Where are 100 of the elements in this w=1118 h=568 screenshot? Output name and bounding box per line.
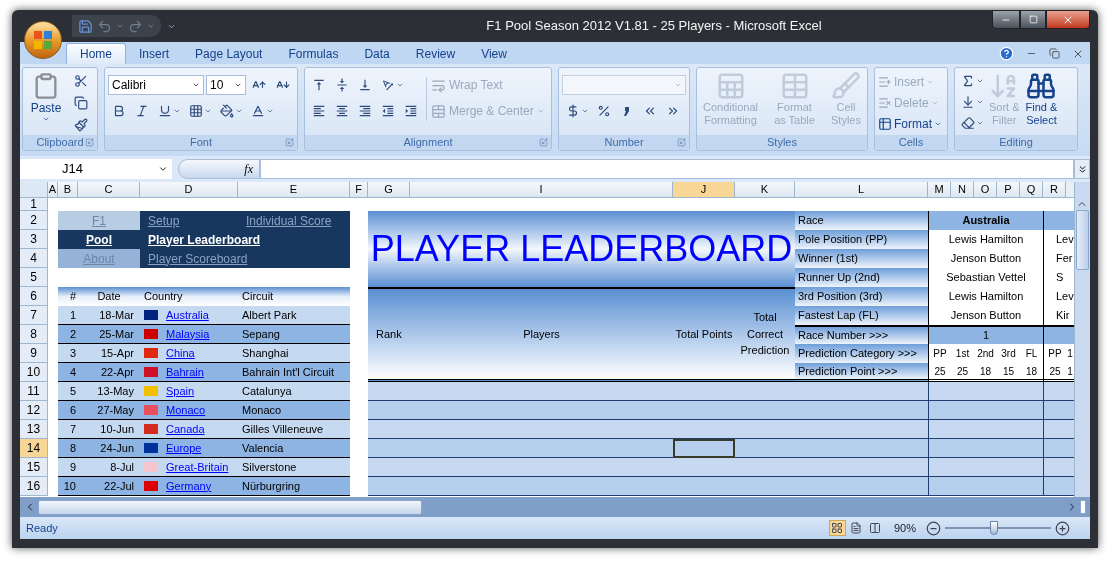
column-header[interactable]: I [410, 182, 673, 198]
minimize-button[interactable] [992, 10, 1020, 29]
column-header[interactable]: M [928, 182, 951, 198]
office-button[interactable] [24, 21, 62, 59]
row-header[interactable]: 14 [20, 439, 48, 458]
ribbon-tab[interactable]: Insert [126, 43, 183, 64]
save-icon[interactable] [78, 18, 93, 34]
eraser-icon [960, 116, 975, 130]
nav-link[interactable]: Individual Score [246, 211, 332, 230]
column-header[interactable]: L [795, 182, 928, 198]
row-label: Prediction Category >>> [795, 344, 928, 363]
row-header[interactable]: 1 [20, 198, 48, 211]
row-header[interactable]: 4 [20, 249, 48, 268]
row-label: Prediction Point >>> [795, 363, 928, 382]
row-header[interactable]: 2 [20, 211, 48, 230]
country-link[interactable]: Malaysia [166, 325, 210, 343]
scrollbar-thumb[interactable] [1076, 210, 1089, 270]
row-header[interactable]: 15 [20, 458, 48, 477]
ribbon-tab[interactable]: Home [66, 43, 126, 64]
column-header[interactable]: O [974, 182, 997, 198]
find-select-button-icon [1026, 71, 1057, 101]
selected-cell[interactable] [673, 439, 735, 458]
row-header[interactable]: 10 [20, 363, 48, 382]
column-header[interactable]: D [140, 182, 238, 198]
column-header[interactable]: J [673, 182, 735, 198]
row-header[interactable]: 7 [20, 306, 48, 325]
country-link[interactable]: China [166, 344, 195, 362]
country-link[interactable]: Spain [166, 382, 195, 400]
formula-input[interactable] [260, 159, 1074, 179]
close-button[interactable] [1046, 10, 1090, 29]
copy-icon [74, 96, 88, 110]
column-header[interactable]: G [368, 182, 410, 198]
table-cell-text: 8-Jul [109, 459, 135, 475]
align-top-icon [312, 78, 326, 92]
ribbon-tab[interactable]: Data [351, 43, 403, 64]
maximize-button[interactable] [1020, 10, 1046, 29]
zoom-slider-thumb[interactable] [989, 521, 998, 535]
column-header[interactable]: F [350, 182, 368, 198]
nav-link[interactable]: Setup [148, 211, 180, 230]
row-header[interactable]: 16 [20, 477, 48, 496]
zoom-out-icon[interactable] [926, 520, 941, 536]
font-color-icon [250, 104, 265, 118]
country-link[interactable]: Germany [166, 477, 212, 495]
country-link[interactable]: Europe [166, 439, 202, 457]
name-box[interactable]: J14 [20, 159, 172, 179]
row-header[interactable]: 6 [20, 287, 48, 306]
column-header[interactable]: C [78, 182, 140, 198]
view-button[interactable] [828, 520, 846, 536]
ribbon-tab[interactable]: Formulas [275, 43, 352, 64]
ribbon-tab[interactable]: Review [402, 43, 469, 64]
group-label: Alignment [403, 136, 453, 149]
font-size-dropdown[interactable]: 10 [206, 75, 246, 95]
row-header[interactable]: 13 [20, 420, 48, 439]
column-header[interactable]: R [1043, 182, 1066, 198]
table-cell-text: Gilles Villeneuve [241, 421, 325, 437]
expand-formula-button[interactable] [1074, 159, 1090, 179]
country-link[interactable]: Bahrain [166, 363, 204, 381]
find-select-button[interactable]: Find & Select [1022, 71, 1061, 135]
row-header[interactable]: 9 [20, 344, 48, 363]
table-cell-text: 8 [68, 440, 77, 456]
help-icon[interactable] [999, 46, 1014, 61]
increase-decimal-icon [643, 104, 657, 118]
font-name-value: Calibri [112, 77, 146, 94]
table-cell-text: 7 [68, 421, 77, 437]
column-header[interactable]: P [997, 182, 1020, 198]
nav-link[interactable]: Player Scoreboard [148, 249, 248, 268]
font-name-dropdown[interactable]: Calibri [108, 75, 204, 95]
row-header[interactable]: 8 [20, 325, 48, 344]
column-header[interactable]: B [58, 182, 78, 198]
zoom-in-icon[interactable] [1055, 520, 1070, 536]
restore-icon[interactable] [1049, 48, 1060, 59]
column-header[interactable]: K [735, 182, 795, 198]
arrow-down-icon [960, 95, 975, 109]
nav-link[interactable]: Player Leaderboard [148, 230, 261, 249]
country-link[interactable]: Monaco [166, 401, 206, 419]
points-cell: 25 [1043, 363, 1066, 382]
paste-button[interactable]: Paste [26, 71, 66, 135]
nav-link[interactable]: Pool [86, 230, 112, 249]
country-link[interactable]: Canada [166, 420, 205, 438]
table-cell-text: 13-May [96, 383, 135, 399]
table-cell-text: 6 [68, 402, 77, 418]
country-link[interactable]: Australia [166, 306, 209, 324]
row-header[interactable]: 12 [20, 401, 48, 420]
column-header[interactable]: E [238, 182, 350, 198]
vertical-scrollbar[interactable] [1074, 182, 1090, 497]
column-header[interactable]: Q [1020, 182, 1043, 198]
ribbon-tab[interactable]: Page Layout [182, 43, 276, 64]
ribbon-tab[interactable]: View [468, 43, 520, 64]
scrollbar-thumb[interactable] [38, 499, 422, 515]
grid-icon [188, 104, 203, 118]
race-number-cell [1043, 325, 1074, 344]
country-link[interactable]: Great-Britain [166, 458, 229, 476]
function-label[interactable]: fx [244, 160, 253, 178]
cells-command[interactable]: Format [878, 114, 942, 134]
column-header[interactable]: N [951, 182, 974, 198]
row-header[interactable]: 3 [20, 230, 48, 249]
row-header[interactable]: 11 [20, 382, 48, 401]
maximize-icon [1028, 15, 1038, 24]
row-header[interactable]: 5 [20, 268, 48, 287]
zoom-slider[interactable] [945, 521, 1051, 535]
